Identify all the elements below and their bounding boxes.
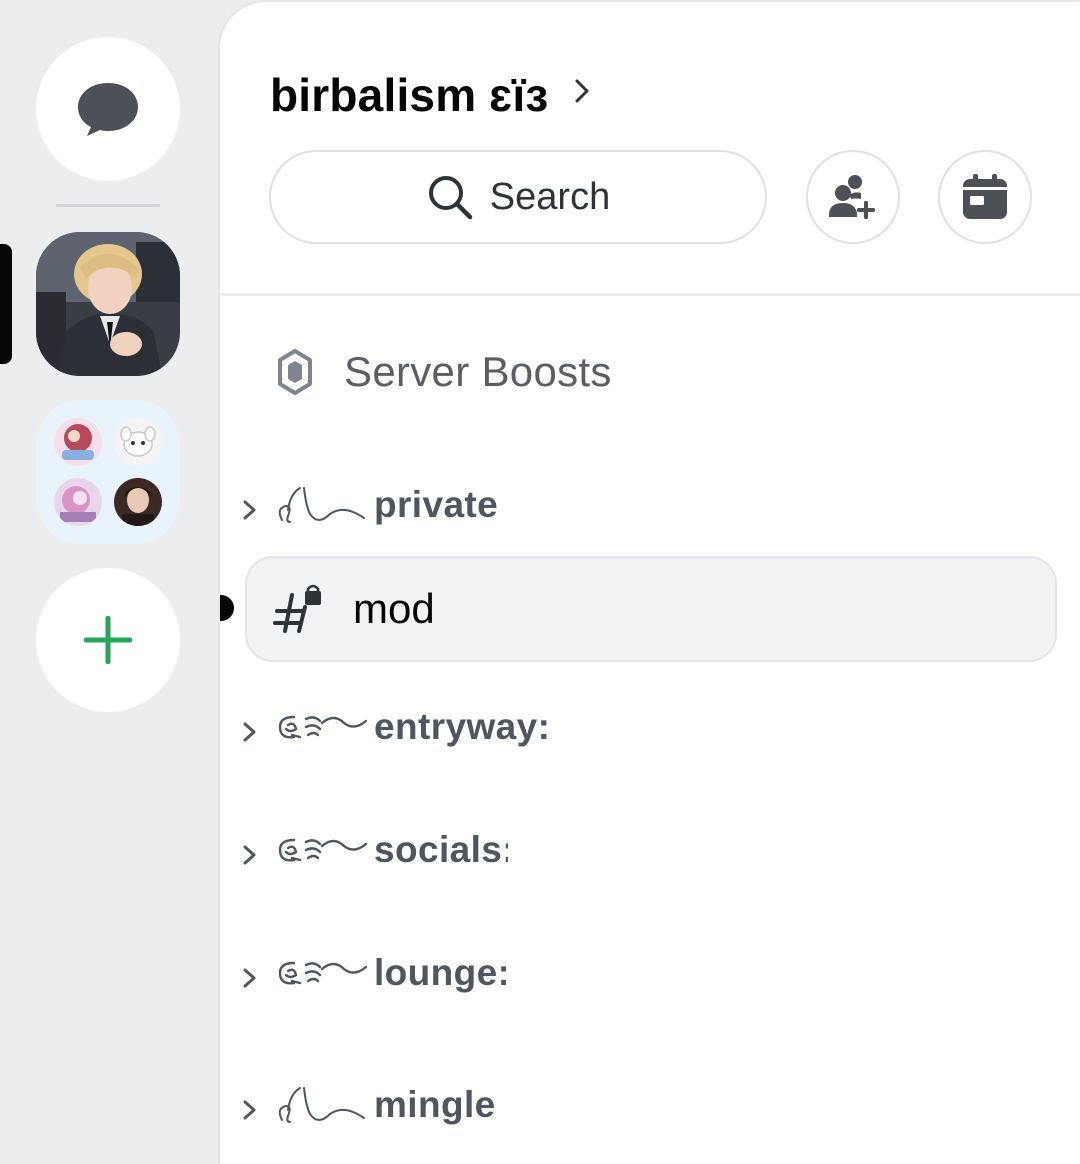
category-label: socials: — [374, 829, 508, 870]
discord-app: birbalism ɛïɜ Search Server Boosts priva… — [0, 0, 1080, 1164]
invite-members-button[interactable] — [806, 150, 900, 244]
server-rail — [0, 0, 218, 1164]
category-label: mingle — [374, 1084, 496, 1125]
category-label: entryway: — [374, 706, 551, 747]
plus-icon — [84, 616, 132, 664]
server-boosts-label: Server Boosts — [344, 348, 612, 395]
add-server-button[interactable] — [36, 568, 180, 712]
add-person-icon — [829, 175, 875, 219]
wave-flourish-icon — [278, 961, 368, 985]
calendar-icon — [963, 174, 1007, 219]
hashtag-lock-icon — [273, 584, 321, 633]
category-entryway[interactable]: entryway: — [240, 706, 550, 748]
folder-server-icon — [114, 478, 162, 526]
boost-gem-icon — [278, 349, 312, 395]
unread-indicator — [220, 595, 234, 621]
chevron-right-icon — [243, 500, 256, 520]
server-icon-birbalism[interactable] — [36, 232, 180, 376]
search-label: Search — [489, 175, 611, 218]
bow-flourish-icon — [278, 487, 365, 523]
channel-mod[interactable]: mod — [245, 556, 1057, 662]
chevron-right-icon — [575, 79, 589, 103]
search-button[interactable]: Search — [269, 150, 767, 244]
search-icon — [428, 176, 473, 220]
server-boosts-button[interactable]: Server Boosts — [276, 348, 612, 396]
selected-server-indicator — [0, 244, 12, 364]
wave-flourish-icon — [278, 838, 368, 862]
bow-flourish-icon — [278, 1087, 365, 1123]
channel-panel: birbalism ɛïɜ Search Server Boosts priva… — [218, 0, 1080, 1164]
direct-messages-button[interactable] — [36, 37, 180, 181]
rail-divider — [56, 204, 160, 207]
chevron-right-icon — [243, 722, 256, 742]
folder-server-icon — [54, 478, 102, 526]
category-lounge[interactable]: lounge: — [240, 952, 506, 994]
server-title: birbalism ɛïɜ — [270, 69, 549, 121]
category-label: private — [374, 484, 499, 525]
events-button[interactable] — [938, 150, 1032, 244]
chevron-right-icon — [243, 1100, 256, 1120]
chevron-right-icon — [243, 968, 256, 988]
server-folder[interactable] — [36, 400, 180, 544]
category-private[interactable]: private — [240, 480, 498, 530]
server-avatar-photo — [36, 232, 180, 376]
channel-name: mod — [353, 585, 435, 632]
category-label: lounge: — [374, 952, 506, 993]
folder-server-icon — [54, 418, 102, 466]
wave-flourish-icon — [278, 715, 368, 739]
category-socials[interactable]: socials: — [240, 829, 508, 871]
category-mingle[interactable]: mingle — [240, 1080, 496, 1130]
server-header[interactable]: birbalism ɛïɜ — [270, 68, 590, 122]
chat-bubble-icon — [78, 83, 138, 136]
header-divider — [220, 293, 1080, 296]
folder-server-icon — [114, 418, 162, 466]
chevron-right-icon — [243, 845, 256, 865]
